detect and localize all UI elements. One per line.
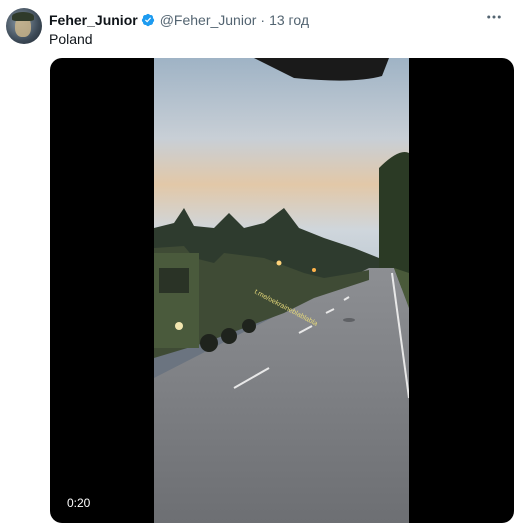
tweet-text: Poland <box>49 31 93 47</box>
video-frame: t.me/oekraineblablabla <box>154 58 409 523</box>
video-scene: t.me/oekraineblablabla <box>154 58 409 523</box>
avatar[interactable] <box>6 8 42 44</box>
verified-badge-icon <box>141 13 155 27</box>
timestamp-link[interactable]: 13 год <box>269 12 309 28</box>
video-player[interactable]: t.me/oekraineblablabla 0:20 <box>50 58 514 523</box>
tweet-header: Feher_Junior @Feher_Junior · 13 год <box>49 10 309 30</box>
author-name[interactable]: Feher_Junior <box>49 12 138 28</box>
more-options-icon[interactable] <box>483 8 505 24</box>
avatar-cap <box>12 12 34 21</box>
author-handle[interactable]: @Feher_Junior <box>160 12 257 28</box>
video-duration: 0:20 <box>64 495 94 511</box>
separator-dot: · <box>260 12 266 28</box>
